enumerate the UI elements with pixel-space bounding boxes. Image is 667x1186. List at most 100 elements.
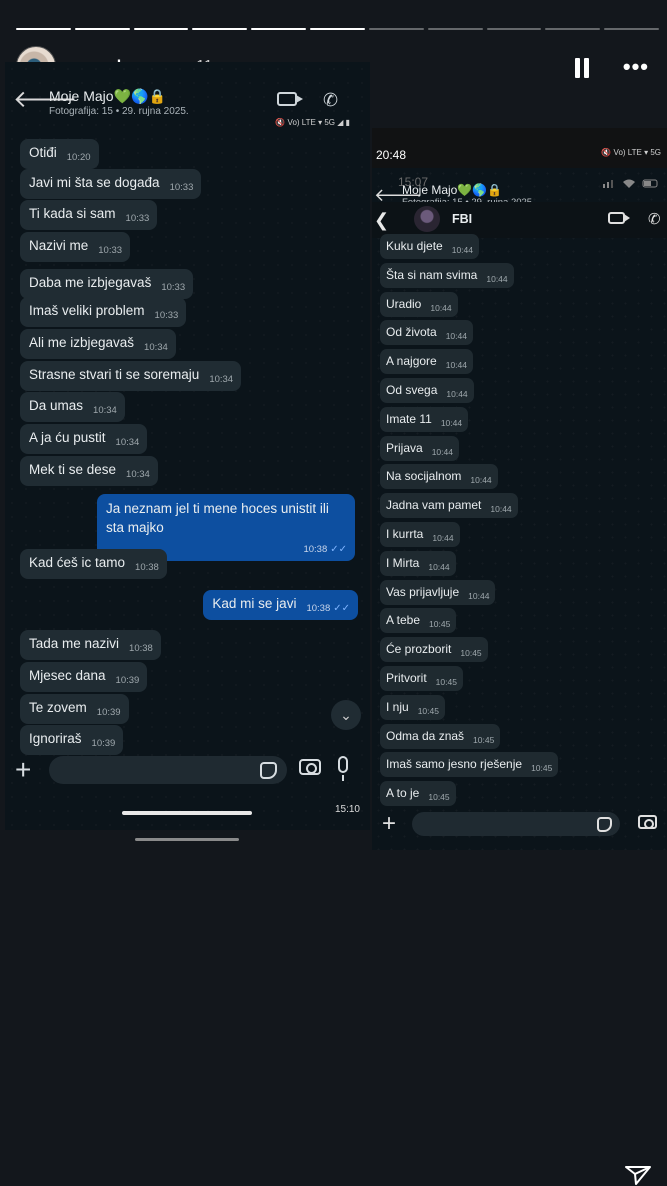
incoming-message[interactable]: Odma da znaš 10:45: [380, 724, 501, 749]
incoming-message[interactable]: Kad ćeš ic tamo 10:38: [20, 549, 167, 579]
incoming-message[interactable]: Pritvorit 10:45: [380, 666, 463, 691]
story-progress-segment: [486, 28, 542, 30]
message-time: 10:39: [91, 738, 116, 749]
incoming-message[interactable]: Vas prijavljuje 10:44: [380, 580, 496, 605]
outgoing-message[interactable]: Kad mi se javi 10:38 ✓✓: [203, 590, 358, 620]
message-text: Ali me izbjegavaš: [29, 335, 135, 350]
message-text: I nju: [386, 700, 409, 714]
plus-icon[interactable]: +: [15, 756, 31, 784]
story-progress-segment: [74, 28, 130, 30]
message-time: 10:44: [428, 562, 450, 572]
message-text: Javi mi šta se događa: [29, 175, 160, 190]
incoming-message[interactable]: Otiđi 10:20: [20, 139, 99, 169]
message-text: Od života: [386, 325, 437, 339]
message-text: Će prozborit: [386, 642, 452, 656]
message-input[interactable]: [412, 812, 620, 836]
message-time: 10:20: [66, 152, 91, 163]
story-progress-segment: [133, 28, 189, 30]
incoming-message[interactable]: Nazivi me 10:33: [20, 232, 131, 262]
home-indicator: [122, 811, 252, 815]
incoming-message[interactable]: Strasne stvari ti se soremaju 10:34: [20, 361, 242, 391]
message-time: 10:44: [468, 591, 490, 601]
incoming-message[interactable]: Ali me izbjegavaš 10:34: [20, 329, 176, 359]
incoming-message[interactable]: Tada me nazivi 10:38: [20, 630, 161, 660]
sticker-icon[interactable]: [597, 817, 612, 832]
message-text: Kad ćeš ic tamo: [29, 555, 126, 570]
message-time: 10:44: [446, 389, 468, 399]
send-icon[interactable]: [624, 1165, 652, 1185]
incoming-message[interactable]: I Mirta 10:44: [380, 551, 456, 576]
message-time: 10:45: [460, 648, 482, 658]
story-progress-segment: [310, 28, 365, 30]
incoming-message[interactable]: Da umas 10:34: [20, 392, 125, 422]
camera-icon[interactable]: [638, 815, 657, 829]
read-receipt-icon: ✓✓: [333, 603, 350, 614]
message-text: Ignoriraš: [29, 731, 82, 746]
message-time: 10:34: [93, 405, 117, 416]
message-text: Te zovem: [29, 700, 87, 715]
story-progress-bar: [16, 28, 659, 31]
camera-icon[interactable]: [299, 759, 321, 775]
message-input[interactable]: [49, 756, 287, 784]
incoming-message[interactable]: Od svega 10:44: [380, 378, 474, 403]
incoming-message[interactable]: Kuku djete 10:44: [380, 234, 479, 259]
contact-avatar[interactable]: [414, 206, 440, 232]
incoming-message[interactable]: Mek ti se dese 10:34: [20, 456, 158, 486]
incoming-message[interactable]: Imaš veliki problem 10:33: [20, 297, 187, 327]
message-time: 10:33: [169, 182, 194, 193]
message-time: 10:44: [440, 418, 463, 428]
message-text: I Mirta: [386, 556, 420, 570]
message-time: 10:38: [135, 562, 159, 573]
incoming-message[interactable]: A to je 10:45: [380, 781, 456, 806]
message-text: Pritvorit: [386, 671, 427, 685]
incoming-message[interactable]: I kurrta 10:44: [380, 522, 460, 547]
incoming-message[interactable]: Ignoriraš 10:39: [20, 725, 124, 755]
incoming-message[interactable]: A ja ću pustit 10:34: [20, 424, 148, 454]
incoming-message[interactable]: Šta si nam svima 10:44: [380, 263, 514, 288]
incoming-message[interactable]: Daba me izbjegavaš 10:33: [20, 269, 194, 299]
message-time: 10:39: [96, 707, 121, 718]
incoming-message[interactable]: Javi mi šta se događa 10:33: [20, 169, 202, 199]
chevron-left-icon[interactable]: ❮: [374, 210, 389, 231]
incoming-message[interactable]: Jadna vam pamet 10:44: [380, 493, 518, 518]
sticker-icon[interactable]: [260, 762, 277, 779]
incoming-message[interactable]: I nju 10:45: [380, 695, 445, 720]
incoming-message[interactable]: Imaš samo jesno rješenje 10:45: [380, 752, 559, 777]
video-call-icon[interactable]: [277, 92, 303, 106]
phone-icon[interactable]: ✆: [648, 210, 661, 228]
incoming-message[interactable]: Uradio 10:44: [380, 292, 458, 317]
story-progress-segment: [545, 28, 601, 30]
incoming-message[interactable]: Na socijalnom 10:44: [380, 464, 498, 489]
incoming-message[interactable]: A tebe 10:45: [380, 608, 457, 633]
incoming-message[interactable]: A najgore 10:44: [380, 349, 473, 374]
incoming-message[interactable]: Imate 11 10:44: [380, 407, 469, 432]
message-time: 10:33: [98, 245, 123, 256]
left-chat-screenshot: 🔇 Vo) LTE ▾ 5G ◢ ▮ 🡐 Moje Majo💚🌎🔒 Fotogr…: [5, 62, 370, 830]
message-time: 10:45: [531, 763, 553, 773]
incoming-message[interactable]: Će prozborit 10:45: [380, 637, 488, 662]
incoming-message[interactable]: Te zovem 10:39: [20, 694, 129, 724]
incoming-message[interactable]: Mjesec dana 10:39: [20, 662, 148, 692]
video-call-icon[interactable]: [608, 212, 630, 224]
contact-name[interactable]: FBI: [452, 212, 472, 226]
plus-icon[interactable]: +: [382, 812, 396, 836]
message-text: Otiđi: [29, 145, 57, 160]
pause-icon[interactable]: [575, 58, 589, 78]
message-text: Kuku djete: [386, 239, 443, 253]
story-progress-segment: [368, 28, 424, 30]
message-text: Jadna vam pamet: [386, 498, 482, 512]
message-time: 10:44: [430, 303, 452, 313]
phone-icon[interactable]: ✆: [323, 90, 338, 111]
more-options-icon[interactable]: •••: [623, 56, 649, 78]
incoming-message[interactable]: Od života 10:44: [380, 320, 473, 345]
chat-title: Moje Majo💚🌎🔒: [49, 88, 166, 104]
message-time: 10:33: [154, 310, 179, 321]
microphone-icon[interactable]: [338, 756, 348, 781]
incoming-message[interactable]: Prijava 10:44: [380, 436, 459, 461]
message-text: Na socijalnom: [386, 469, 462, 483]
message-time: 10:44: [432, 533, 454, 543]
message-text: Kad mi se javi: [212, 596, 297, 611]
scroll-down-button[interactable]: ⌄: [331, 700, 361, 730]
message-time: 10:44: [490, 504, 512, 514]
incoming-message[interactable]: Ti kada si sam 10:33: [20, 200, 158, 230]
